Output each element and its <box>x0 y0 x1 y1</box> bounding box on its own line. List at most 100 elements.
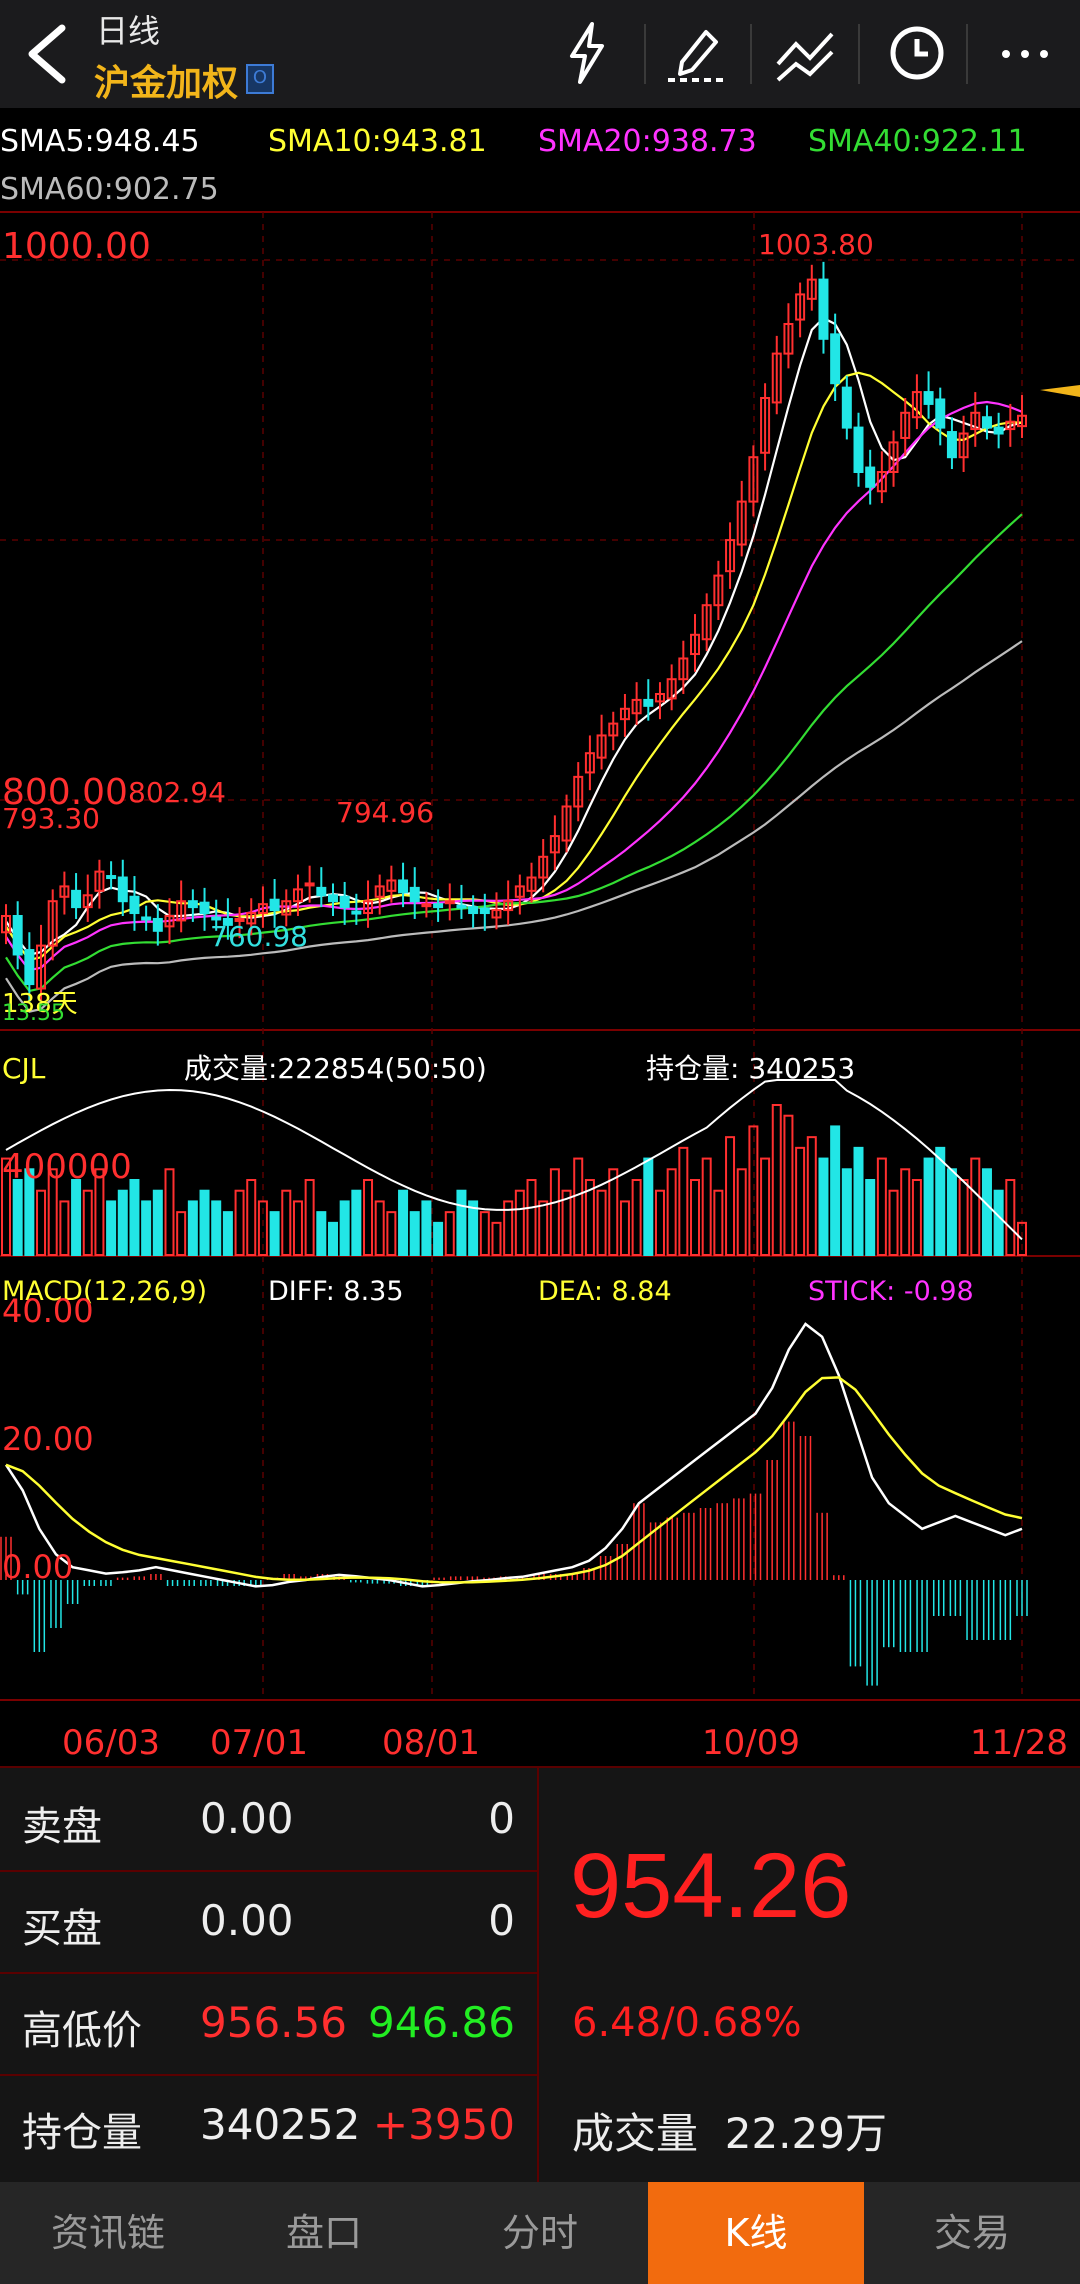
sell-volume: 0 <box>488 1794 515 1843</box>
clock-icon[interactable] <box>882 18 952 88</box>
volume-bar <box>176 1211 187 1256</box>
volume-bar <box>292 1200 303 1257</box>
candle-body <box>830 333 841 385</box>
dea-readout: DEA: 8.84 <box>538 1276 672 1307</box>
tab-trade[interactable]: 交易 <box>864 2182 1080 2284</box>
buy-volume: 0 <box>488 1896 515 1945</box>
volume-bar <box>690 1179 701 1256</box>
sell-price: 0.00 <box>200 1794 294 1843</box>
volume-bar <box>304 1179 315 1256</box>
tab-news-chain[interactable]: 资讯链 <box>0 2182 216 2284</box>
volume-bar <box>993 1189 1004 1256</box>
cjl-title: CJL <box>2 1052 46 1085</box>
volume-bar <box>981 1168 992 1257</box>
volume-bar <box>327 1221 338 1257</box>
volume-bar <box>631 1179 642 1256</box>
volume-bar <box>818 1157 829 1256</box>
volume-bar <box>468 1200 479 1257</box>
volume-bar <box>374 1200 385 1257</box>
candle-body <box>199 901 210 915</box>
volume-bar <box>713 1189 724 1256</box>
macd-dea-line <box>5 1376 1023 1584</box>
date-label: 10/09 <box>702 1723 800 1763</box>
candle-body <box>946 431 957 459</box>
candle-body <box>316 886 327 897</box>
volume-bar <box>351 1189 362 1256</box>
period-label: 日线 <box>96 12 161 50</box>
volume-bar <box>491 1221 502 1257</box>
stick-readout: STICK: -0.98 <box>808 1276 974 1307</box>
volume-bar <box>946 1168 957 1257</box>
candle-body <box>409 886 420 903</box>
candle-body <box>818 278 829 340</box>
back-arrow-icon[interactable] <box>18 22 74 86</box>
ma-line-sma5 <box>5 316 1023 956</box>
more-icon[interactable] <box>990 18 1060 88</box>
candle-body <box>351 910 362 915</box>
kline-chart[interactable]: 1000.00 800.00 1003.80 793.30 802.94 794… <box>0 108 1080 1753</box>
volume-bar <box>538 1200 549 1257</box>
date-label: 11/28 <box>970 1723 1068 1763</box>
candle-body <box>327 894 338 903</box>
tab-intraday[interactable]: 分时 <box>432 2182 648 2284</box>
volume-bar <box>281 1189 292 1256</box>
volume-bar <box>456 1189 467 1256</box>
toolbar-divider <box>966 24 968 84</box>
volume-bar <box>199 1189 210 1256</box>
volume-bar <box>433 1221 444 1257</box>
volume-bar <box>398 1189 409 1256</box>
volume-bar <box>269 1211 280 1256</box>
peak-label: 1003.80 <box>758 228 874 261</box>
candle-body <box>398 879 409 894</box>
tab-order-book[interactable]: 盘口 <box>216 2182 432 2284</box>
candle-body <box>841 386 852 429</box>
macd-histogram <box>0 1421 1028 1686</box>
volume-bar <box>164 1168 175 1257</box>
open-interest-readout: 持仓量: 340253 <box>646 1052 855 1085</box>
volume-bar <box>876 1157 887 1256</box>
contract-title[interactable]: 沪金加权 <box>94 54 238 106</box>
volume-bar <box>853 1146 864 1257</box>
volume-bar <box>736 1168 747 1257</box>
volume-bar <box>888 1189 899 1256</box>
candle-body <box>269 898 280 912</box>
buy-label: 买盘 <box>22 1906 102 1952</box>
volume-bar <box>479 1211 490 1256</box>
volume-bar <box>923 1157 934 1256</box>
candle-body <box>304 882 315 887</box>
draw-pen-icon[interactable] <box>662 18 732 88</box>
tab-kline[interactable]: K线 <box>648 2182 864 2284</box>
toolbar-divider <box>750 24 752 84</box>
buy-row: 买盘 0.00 0 <box>0 1870 537 1974</box>
volume-bar <box>970 1157 981 1256</box>
volume-bar <box>643 1157 654 1256</box>
volume-bars <box>1 1104 1027 1257</box>
date-label: 06/03 <box>62 1723 160 1763</box>
volume-bar <box>187 1200 198 1257</box>
last-price: 954.26 <box>570 1835 852 1937</box>
volume-bar <box>1005 1179 1016 1256</box>
volume-bar <box>409 1211 420 1256</box>
volume-bar <box>795 1146 806 1257</box>
flash-icon[interactable] <box>552 18 622 88</box>
days-under-label: 13.55 <box>2 1001 65 1026</box>
volume-bar <box>573 1157 584 1256</box>
volume-bar <box>316 1211 327 1256</box>
label-794: 794.96 <box>336 796 434 829</box>
oi-value: 340252 <box>200 2100 361 2149</box>
volume-bar <box>608 1168 619 1257</box>
date-label: 08/01 <box>382 1723 480 1763</box>
candle-body <box>71 889 82 909</box>
volume-bar <box>935 1146 946 1257</box>
macd-axis-40: 40.00 <box>2 1292 94 1330</box>
volume-bar <box>363 1179 374 1256</box>
trend-line-icon[interactable] <box>770 18 840 88</box>
volume-bar <box>830 1125 841 1257</box>
volume-bar <box>678 1146 689 1257</box>
contract-badge: O <box>246 64 274 94</box>
price-change: 6.48/0.68% <box>572 2000 802 2046</box>
volume-bar <box>222 1211 233 1256</box>
volume-axis: 400000 <box>2 1147 132 1187</box>
high-price: 956.56 <box>200 1998 347 2047</box>
diff-readout: DIFF: 8.35 <box>268 1276 404 1307</box>
